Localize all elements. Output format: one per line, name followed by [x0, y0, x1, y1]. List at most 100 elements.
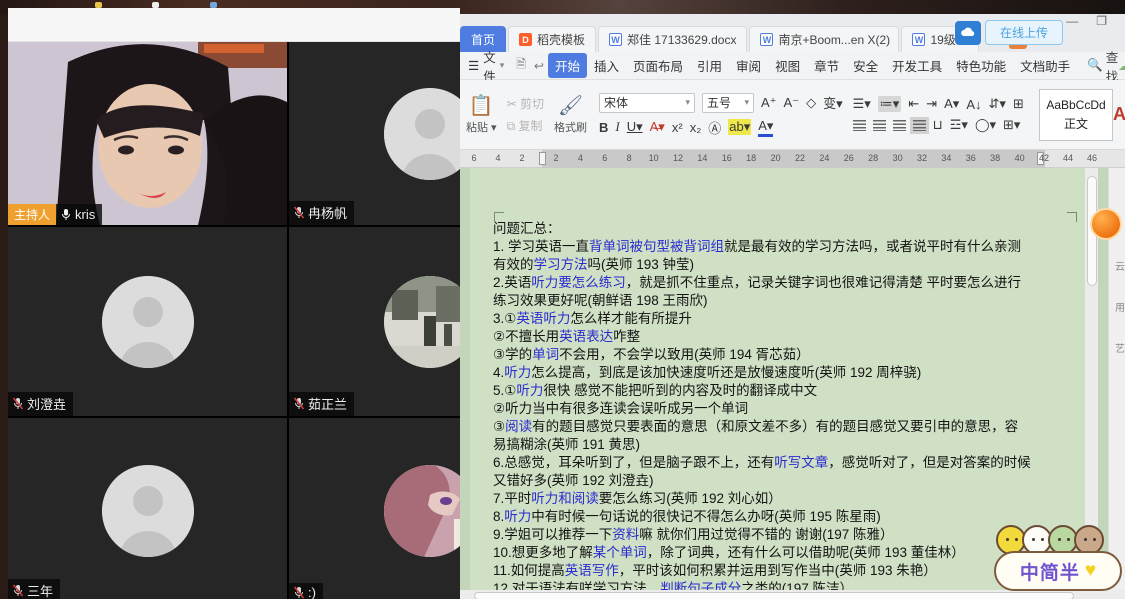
ruler-number: 16 [722, 153, 732, 163]
doc-text-run: 9.学姐可以推荐一下 [493, 527, 612, 542]
save-icon[interactable]: 🗎 [512, 55, 530, 76]
format-painter-button[interactable]: 🖌 格式刷 [548, 80, 593, 149]
ruler-number: 6 [602, 153, 607, 163]
italic-button[interactable]: I [615, 119, 619, 135]
video-tile-5[interactable]: 三年 [8, 418, 287, 599]
document-tab-3[interactable]: W郑佳 17133629.docx [598, 26, 747, 52]
phonetic-button[interactable]: Ⓐ [708, 118, 721, 137]
indent-marker-left[interactable] [539, 152, 546, 165]
decrease-indent-button[interactable]: ⇤ [908, 96, 919, 112]
minimize-button[interactable]: — [1066, 14, 1078, 28]
text-tool-button[interactable]: 变▾ [823, 93, 843, 112]
borders-button[interactable]: ⊞▾ [1003, 117, 1020, 133]
video-tile-4[interactable]: 茹正兰 [289, 227, 460, 416]
ribbon-tab-引用[interactable]: 引用 [690, 53, 729, 78]
clear-format-button[interactable]: ◇ [806, 95, 816, 111]
paste-button[interactable]: 📋 粘贴 ▾ [460, 80, 503, 149]
margin-crop-mark-right [1067, 212, 1077, 222]
meeting-window: 主持人kris冉杨帆刘澄垚 茹正兰三年:) [8, 8, 460, 599]
ruler-number: 38 [990, 153, 1000, 163]
next-style-partial: A [1113, 104, 1125, 125]
participant-name-tag: 刘澄垚 [8, 392, 73, 416]
horizontal-ruler[interactable]: 6422468101214161820222426283032343638404… [460, 150, 1125, 168]
ribbon-tab-开始[interactable]: 开始 [548, 53, 587, 78]
horizontal-scrollbar-thumb[interactable] [474, 592, 1074, 599]
align-left-button[interactable] [853, 120, 866, 131]
doc-link-text: 听写文章 [774, 455, 828, 470]
copy-button[interactable]: ⧉ 复制 [507, 117, 544, 134]
doc-text-run: 又错好多(英师 192 刘澄垚) [493, 473, 654, 488]
font-color-button[interactable]: A▾ [758, 118, 773, 137]
ribbon-tab-插入[interactable]: 插入 [587, 53, 626, 78]
ribbon-tab-审阅[interactable]: 审阅 [729, 53, 768, 78]
tab-label: 稻壳模板 [537, 31, 585, 48]
numbered-list-button[interactable]: ≔▾ [878, 96, 902, 112]
undo-icon[interactable]: ↩ [530, 59, 548, 73]
highlight-button[interactable]: ab▾ [728, 119, 751, 135]
ruler-number: 2 [553, 153, 558, 163]
document-tab-4[interactable]: W南京+Boom...en X(2) [749, 26, 899, 52]
document-tab-2[interactable]: D 稻壳模板 [508, 26, 596, 52]
ribbon-tab-章节[interactable]: 章节 [807, 53, 846, 78]
increase-indent-button[interactable]: ⇥ [926, 96, 937, 112]
find-button[interactable]: 🔍 查找 [1087, 47, 1118, 85]
show-marks-button[interactable]: ⇵▾ [989, 96, 1006, 112]
ribbon-tab-开发工具[interactable]: 开发工具 [885, 53, 949, 78]
align-justify-button[interactable] [913, 120, 926, 131]
distribute-button[interactable]: ⊔ [933, 117, 943, 133]
shrink-font-button[interactable]: A⁻ [784, 95, 800, 111]
file-menu[interactable]: ☰ 文件 ▾ [460, 47, 512, 85]
docer-icon: D [519, 33, 532, 46]
sort-button[interactable]: A↓ [966, 97, 981, 112]
ribbon-tab-视图[interactable]: 视图 [768, 53, 807, 78]
align-center-button[interactable] [873, 120, 886, 131]
ruler-number: 36 [966, 153, 976, 163]
hamburger-icon: ☰ [468, 58, 479, 73]
avatar-placeholder-icon [102, 465, 194, 557]
cloud-sync-icon[interactable]: ☁ [1118, 58, 1125, 73]
line-spacing-button[interactable]: ☲▾ [950, 117, 968, 133]
bold-button[interactable]: B [599, 120, 608, 135]
doc-line-7: ②不擅长用英语表达咋整 [493, 328, 1073, 346]
subscript-button[interactable]: x₂ [690, 120, 702, 135]
rail-icon-1[interactable]: 用 [1115, 299, 1125, 314]
doc-text-run: 嘛 就你们用过觉得不错的 谢谢(197 陈雅） [639, 527, 893, 542]
align-right-button[interactable] [893, 120, 906, 131]
video-tile-6[interactable]: :) [289, 418, 460, 599]
doc-link-text: 听力 [504, 509, 531, 524]
insert-table-icon[interactable]: ⊞ [1013, 96, 1024, 112]
grow-font-button[interactable]: A⁺ [761, 95, 777, 111]
doc-text-run: 有效的 [493, 257, 534, 272]
enclose-char-button[interactable]: ◯▾ [975, 117, 996, 133]
underline-button[interactable]: U▾ [627, 119, 643, 135]
strikethrough-button[interactable]: A̶▾ [650, 119, 665, 135]
restore-button[interactable]: ❐ [1096, 14, 1107, 28]
document-text[interactable]: 问题汇总：1. 学习英语一直背单词被句型被背词组就是最有效的学习方法吗，或者说平… [493, 220, 1073, 590]
bullet-list-button[interactable]: ☰▾ [853, 96, 871, 112]
style-gallery[interactable]: AaBbCcDd 正文 A [1039, 80, 1125, 149]
doc-text-run: ，感觉听对了，但是对答案的时候 [828, 455, 1031, 470]
upload-tooltip-label: 在线上传 [985, 20, 1063, 45]
superscript-button[interactable]: x² [672, 120, 683, 135]
ruler-number: 22 [795, 153, 805, 163]
doc-line-11: ②听力当中有很多连读会误听成另一个单词 [493, 400, 1073, 418]
video-tile-1[interactable]: 主持人kris [8, 42, 287, 225]
video-tile-2[interactable]: 冉杨帆 [289, 42, 460, 225]
doc-text-run: ，就是抓不住重点，记录关键字词也很难记得清楚 平时要怎么进行 [626, 275, 1021, 290]
meeting-titlebar[interactable] [8, 8, 460, 42]
ruler-number: 6 [471, 153, 476, 163]
ribbon-tab-特色功能[interactable]: 特色功能 [949, 53, 1013, 78]
font-size-select[interactable]: 五号▾ [702, 93, 754, 113]
rail-icon-2[interactable]: 艺 [1115, 340, 1125, 355]
promo-badge-icon[interactable] [1090, 208, 1122, 240]
ribbon-tab-页面布局[interactable]: 页面布局 [626, 53, 690, 78]
text-effects-button[interactable]: A▾ [944, 96, 959, 112]
doc-text-run: 11.如何提高 [493, 563, 565, 578]
ribbon-tab-文档助手[interactable]: 文档助手 [1013, 53, 1077, 78]
font-name-select[interactable]: 宋体▾ [599, 93, 695, 113]
cut-button[interactable]: ✂ 剪切 [507, 95, 544, 112]
video-tile-3[interactable]: 刘澄垚 [8, 227, 287, 416]
cloud-upload-icon[interactable] [955, 21, 981, 45]
ribbon-tab-安全[interactable]: 安全 [846, 53, 885, 78]
rail-icon-0[interactable]: 云 [1115, 258, 1125, 273]
